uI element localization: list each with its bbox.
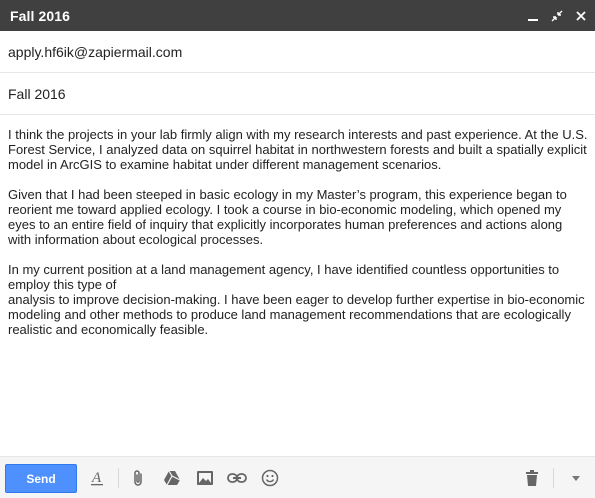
- window-controls: [527, 10, 587, 22]
- compose-toolbar: Send A: [0, 456, 595, 498]
- body-paragraph: In my current position at a land managem…: [8, 262, 585, 337]
- link-icon[interactable]: [227, 468, 247, 488]
- body-paragraph: I think the projects in your lab firmly …: [8, 127, 588, 172]
- send-button[interactable]: Send: [5, 464, 77, 493]
- emoji-icon[interactable]: [260, 468, 280, 488]
- toolbar-divider: [118, 468, 119, 488]
- trash-icon[interactable]: [522, 468, 542, 488]
- body-paragraph: Given that I had been steeped in basic e…: [8, 187, 567, 247]
- formatting-icon[interactable]: A: [87, 468, 107, 488]
- to-recipient: apply.hf6ik@zapiermail.com: [8, 43, 183, 60]
- subject-field[interactable]: Fall 2016: [0, 73, 595, 115]
- message-body[interactable]: I think the projects in your lab firmly …: [8, 127, 588, 352]
- to-field[interactable]: apply.hf6ik@zapiermail.com: [0, 31, 595, 73]
- svg-text:A: A: [91, 470, 102, 486]
- attach-icon[interactable]: [129, 468, 149, 488]
- drive-icon[interactable]: [162, 468, 182, 488]
- compose-title-bar[interactable]: Fall 2016: [0, 0, 595, 31]
- pop-out-icon[interactable]: [551, 10, 563, 22]
- photo-icon[interactable]: [195, 468, 215, 488]
- more-options-icon[interactable]: [566, 468, 586, 488]
- subject-value: Fall 2016: [8, 85, 66, 102]
- minimize-icon[interactable]: [527, 10, 539, 22]
- close-icon[interactable]: [575, 10, 587, 22]
- compose-title: Fall 2016: [10, 7, 71, 24]
- toolbar-divider: [553, 468, 554, 488]
